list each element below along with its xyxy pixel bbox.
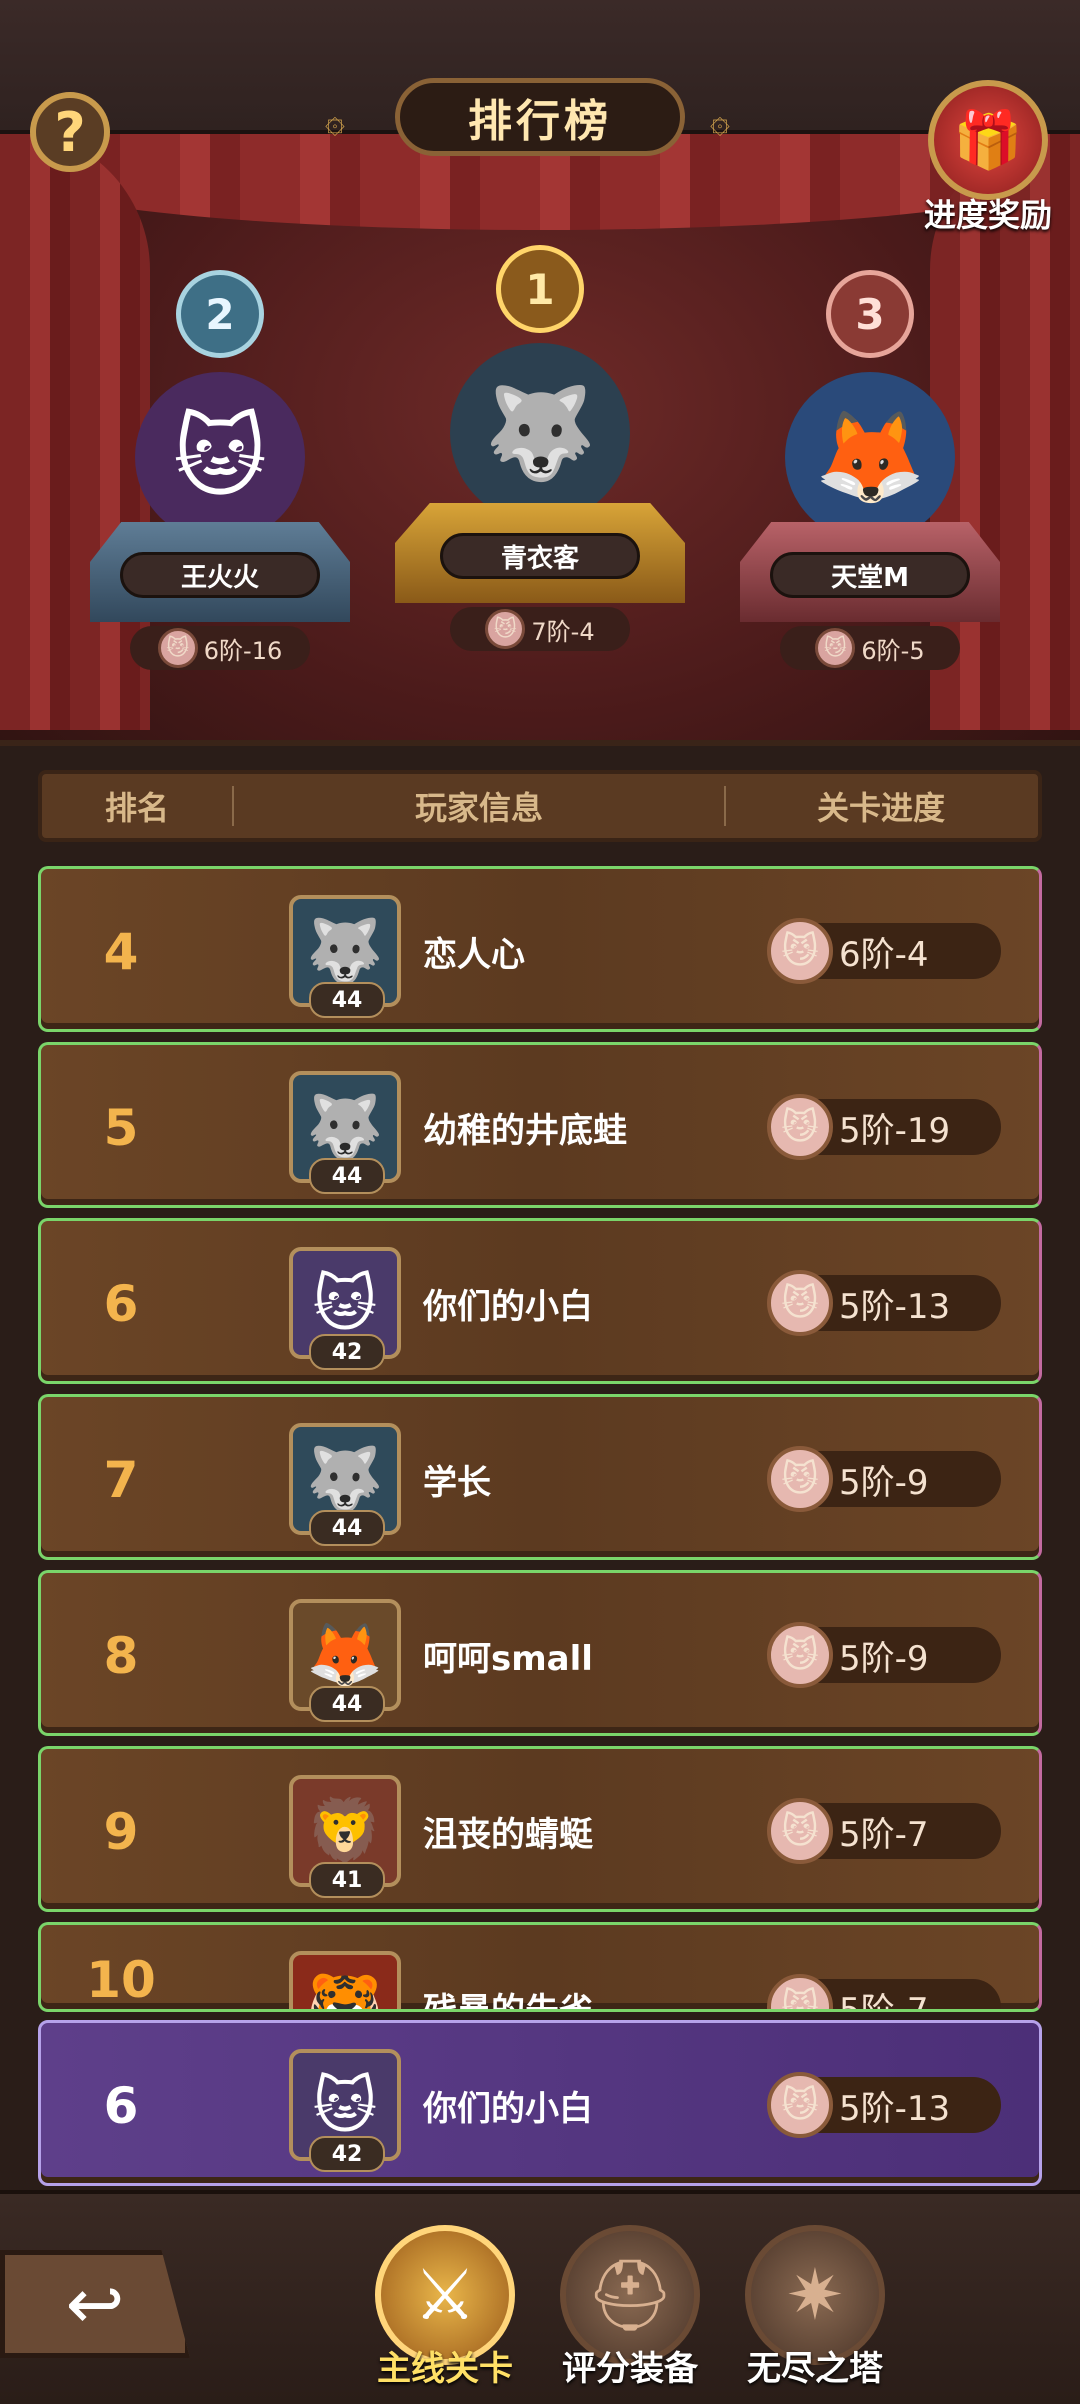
self-rank-row[interactable]: 6 🐱 42 你们的小白 😼 5阶-13 xyxy=(38,2020,1042,2186)
player-name: 学长 xyxy=(423,1463,491,1503)
podium-stage-pill: 😼 6阶-5 xyxy=(780,626,960,670)
player-name: 沮丧的蜻蜓 xyxy=(423,1815,593,1855)
table-row[interactable]: 6 🐱 42 你们的小白 😼 5阶-13 xyxy=(38,1218,1042,1384)
stage-text: 5阶-7 xyxy=(839,1814,929,1855)
cat-badge-icon: 😼 xyxy=(767,1446,833,1512)
player-name: 残暴的朱雀 xyxy=(423,1991,593,2012)
header-player: 玩家信息 xyxy=(414,789,543,827)
table-row-partial[interactable]: 10 🐯 残暴的朱雀 😼 5阶-7 xyxy=(38,1922,1042,2012)
rank-medal-1: 1 xyxy=(496,245,584,333)
stage-progress: 😼 5阶-9 xyxy=(767,1446,1001,1512)
stage-progress: 😼 5阶-7 xyxy=(767,1798,1001,1864)
table-row[interactable]: 9 🦁 41 沮丧的蜻蜓 😼 5阶-7 xyxy=(38,1746,1042,1912)
row-rank: 5 xyxy=(103,1099,139,1157)
nav-endless-tower[interactable]: ✷ 无尽之塔 xyxy=(740,2225,890,2390)
cat-badge-icon: 😼 xyxy=(815,628,856,668)
cat-badge-icon: 😼 xyxy=(767,918,833,984)
title-ornament-left-icon: ۞ xyxy=(325,101,345,141)
stage-progress: 😼 5阶-9 xyxy=(767,1622,1001,1688)
rank-medal-3: 3 xyxy=(826,270,914,358)
row-rank: 4 xyxy=(103,923,139,981)
podium-second[interactable]: 2 🐱 王火火 😼 6阶-16 xyxy=(80,270,360,670)
player-level: 41 xyxy=(309,1862,385,1898)
leaderboard-header: 排名 玩家信息 关卡进度 xyxy=(38,770,1042,842)
player-level: 44 xyxy=(309,1158,385,1194)
stage-text: 5阶-9 xyxy=(839,1462,929,1503)
help-button[interactable]: ? xyxy=(30,92,110,172)
podium-name: 王火火 xyxy=(120,552,320,598)
player-character-icon: 🐱 xyxy=(135,372,305,542)
nav-equipment-score[interactable]: ⛑ 评分装备 xyxy=(555,2225,705,2390)
podium-stage-pill: 😼 7阶-4 xyxy=(450,607,630,651)
header-progress: 关卡进度 xyxy=(816,789,945,827)
table-row[interactable]: 4 🐺 44 恋人心 😼 6阶-4 xyxy=(38,866,1042,1032)
stage-progress: 😼 5阶-13 xyxy=(767,2072,1001,2138)
row-rank: 10 xyxy=(86,1951,156,2009)
progress-reward-button[interactable]: 🎁 进度奖励 xyxy=(918,80,1058,236)
cat-badge-icon: 😼 xyxy=(767,1798,833,1864)
title-banner: 排行榜 xyxy=(395,78,685,156)
progress-reward-label: 进度奖励 xyxy=(923,196,1052,234)
player-character-icon: 🦊 xyxy=(785,372,955,542)
nav-label: 主线关卡 xyxy=(377,2349,513,2389)
back-button[interactable]: ↩ xyxy=(0,2250,190,2358)
player-level: 44 xyxy=(309,982,385,1018)
stage-progress: 😼 5阶-19 xyxy=(767,1094,1001,1160)
stage-progress: 😼 5阶-7 xyxy=(767,1974,1001,2012)
table-row[interactable]: 7 🐺 44 学长 😼 5阶-9 xyxy=(38,1394,1042,1560)
table-row[interactable]: 8 🦊 44 呵呵small 😼 5阶-9 xyxy=(38,1570,1042,1736)
nav-main-stage[interactable]: ⚔ 主线关卡 xyxy=(370,2225,520,2390)
stage-text: 6阶-4 xyxy=(839,934,929,975)
back-arrow-icon: ↩ xyxy=(65,2263,125,2345)
header-rank: 排名 xyxy=(104,789,169,827)
rank-medal-2: 2 xyxy=(176,270,264,358)
stage-text: 5阶-9 xyxy=(839,1638,929,1679)
player-level: 44 xyxy=(309,1510,385,1546)
stage-text: 5阶-13 xyxy=(839,1286,951,1327)
stage-progress: 😼 5阶-13 xyxy=(767,1270,1001,1336)
nav-label: 评分装备 xyxy=(562,2349,698,2389)
table-row[interactable]: 5 🐺 44 幼稚的井底蛙 😼 5阶-19 xyxy=(38,1042,1042,1208)
cat-badge-icon: 😼 xyxy=(767,1974,833,2009)
cat-badge-icon: 😼 xyxy=(767,1270,833,1336)
row-rank: 8 xyxy=(103,1627,139,1685)
nav-label: 无尽之塔 xyxy=(747,2349,883,2389)
player-level: 42 xyxy=(309,1334,385,1370)
player-level: 42 xyxy=(309,2136,385,2172)
player-name: 呵呵small xyxy=(423,1639,593,1679)
stage-text: 5阶-19 xyxy=(839,1110,951,1151)
player-name: 幼稚的井底蛙 xyxy=(423,1111,627,1151)
player-level: 44 xyxy=(309,1686,385,1722)
stage-text: 5阶-13 xyxy=(839,2088,951,2129)
cat-badge-icon: 😼 xyxy=(485,609,526,649)
cat-badge-icon: 😼 xyxy=(767,1094,833,1160)
podium-stage-pill: 😼 6阶-16 xyxy=(130,626,310,670)
player-avatar[interactable]: 🐯 xyxy=(289,1951,401,2009)
row-rank: 9 xyxy=(103,1803,139,1861)
title-ornament-right-icon: ۞ xyxy=(710,101,730,141)
podium-name: 青衣客 xyxy=(440,533,640,579)
podium-stage-text: 7阶-4 xyxy=(531,617,595,646)
row-rank: 6 xyxy=(103,2077,139,2135)
podium-third[interactable]: 3 🦊 天堂M 😼 6阶-5 xyxy=(730,270,1010,670)
player-name: 你们的小白 xyxy=(423,2089,593,2129)
player-character-icon: 🐺 xyxy=(450,343,630,523)
stage-progress: 😼 6阶-4 xyxy=(767,918,1001,984)
cat-badge-icon: 😼 xyxy=(767,2072,833,2138)
stage-text: 5阶-7 xyxy=(839,1990,929,2012)
podium-stage-text: 6阶-5 xyxy=(861,636,925,665)
podium-stage-text: 6阶-16 xyxy=(203,636,283,665)
podium-name: 天堂M xyxy=(770,552,970,598)
podium-first[interactable]: 1 🐺 青衣客 😼 7阶-4 xyxy=(390,245,690,651)
cat-badge-icon: 😼 xyxy=(767,1622,833,1688)
cat-badge-icon: 😼 xyxy=(157,628,198,668)
player-name: 你们的小白 xyxy=(423,1287,593,1327)
player-name: 恋人心 xyxy=(423,935,525,975)
page-title: 排行榜 xyxy=(468,96,612,147)
row-rank: 7 xyxy=(103,1451,139,1509)
treasure-chest-icon: 🎁 xyxy=(928,80,1048,200)
row-rank: 6 xyxy=(103,1275,139,1333)
